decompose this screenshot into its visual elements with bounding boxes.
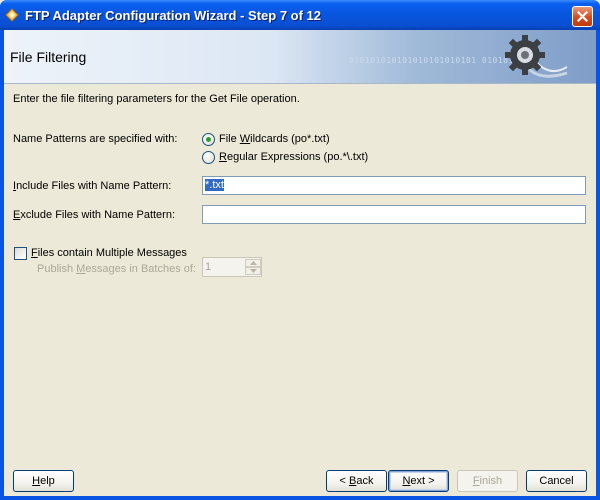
window-title: FTP Adapter Configuration Wizard - Step … [25,8,322,23]
spinner-down-button[interactable] [245,267,261,275]
include-pattern-input[interactable]: *.txt [202,176,586,195]
arrow-up-icon [250,261,257,265]
radio-regular-expressions-label[interactable]: Regular Expressions (po.*\.txt) [219,151,368,163]
cancel-button[interactable]: Cancel [526,470,587,492]
radio-file-wildcards-label[interactable]: File Wildcards (po*.txt) [219,133,330,145]
finish-button: Finish [457,470,518,492]
batch-size-value: 1 [205,261,212,273]
close-icon [577,11,588,22]
batch-size-label: Publish Messages in Batches of: [37,263,196,275]
page-title: File Filtering [10,49,87,65]
multiple-messages-label[interactable]: Files contain Multiple Messages [31,247,187,259]
exclude-pattern-input[interactable] [202,205,586,224]
radio-selected-dot [206,137,211,142]
include-pattern-value: *.txt [205,179,224,191]
include-pattern-label: Include Files with Name Pattern: [13,180,172,192]
name-patterns-label: Name Patterns are specified with: [13,133,178,145]
arrow-down-icon [250,269,257,273]
next-button[interactable]: Next > [388,470,449,492]
back-button[interactable]: < Back [326,470,387,492]
multiple-messages-checkbox[interactable] [14,247,27,260]
batch-size-spinner[interactable]: 1 [202,257,262,277]
close-button[interactable] [572,6,593,27]
radio-file-wildcards[interactable] [202,133,215,146]
exclude-pattern-label: Exclude Files with Name Pattern: [13,209,176,221]
wizard-window: FTP Adapter Configuration Wizard - Step … [0,0,600,500]
wizard-content: File Filtering 010101010101010101010101 … [4,30,596,496]
oracle-app-icon [5,8,19,22]
help-button[interactable]: Help [13,470,74,492]
gear-icon [499,33,569,83]
step-header: File Filtering 010101010101010101010101 … [4,30,596,84]
spinner-up-button[interactable] [245,259,261,267]
title-bar[interactable]: FTP Adapter Configuration Wizard - Step … [0,0,600,30]
step-description: Enter the file filtering parameters for … [13,93,300,105]
radio-regular-expressions[interactable] [202,151,215,164]
